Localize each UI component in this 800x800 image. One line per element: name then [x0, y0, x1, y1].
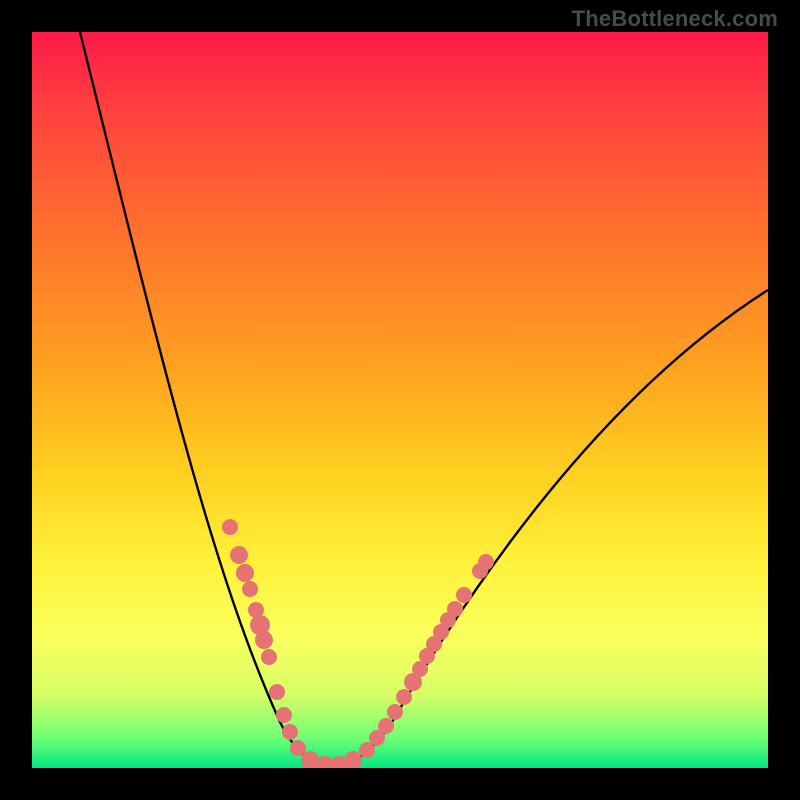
- data-marker: [236, 564, 254, 582]
- data-marker: [447, 601, 463, 617]
- data-marker: [230, 546, 248, 564]
- data-marker: [478, 554, 494, 570]
- data-marker: [456, 587, 472, 603]
- data-marker: [344, 751, 362, 768]
- marker-layer: [222, 519, 494, 768]
- data-marker: [396, 689, 412, 705]
- data-marker: [261, 649, 277, 665]
- watermark-text: TheBottleneck.com: [572, 6, 778, 32]
- data-marker: [255, 631, 273, 649]
- plot-area: [32, 32, 768, 768]
- chart-frame: TheBottleneck.com: [0, 0, 800, 800]
- data-marker: [387, 704, 403, 720]
- data-marker: [242, 581, 258, 597]
- data-marker: [378, 718, 394, 734]
- data-marker: [222, 519, 238, 535]
- chart-svg: [32, 32, 768, 768]
- data-marker: [290, 740, 306, 756]
- data-marker: [269, 684, 285, 700]
- data-marker: [276, 707, 292, 723]
- data-marker: [282, 724, 298, 740]
